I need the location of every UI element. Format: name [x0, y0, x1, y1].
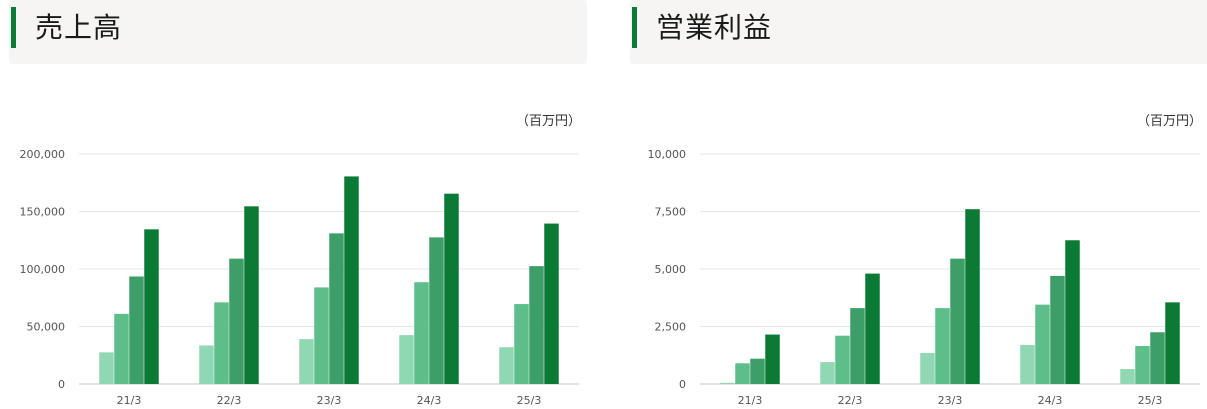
sales-title: 売上高: [35, 11, 123, 44]
bar: [144, 229, 159, 384]
bar: [750, 358, 765, 384]
y-tick-label: 100,000: [20, 263, 66, 276]
bar: [414, 282, 429, 384]
y-tick-label: 10,000: [648, 148, 687, 161]
x-tick-label: 22/3: [838, 394, 863, 407]
header-accent-bar: [632, 7, 637, 48]
bar: [1050, 275, 1065, 384]
bar: [1120, 369, 1135, 384]
bar: [129, 276, 144, 384]
x-tick-label: 24/3: [1038, 394, 1063, 407]
y-tick-label: 0: [58, 378, 65, 391]
bar: [99, 352, 114, 384]
bar: [1020, 344, 1035, 384]
bar: [499, 347, 514, 384]
y-tick-label: 50,000: [27, 321, 66, 334]
y-tick-label: 2,500: [655, 321, 687, 334]
x-tick-label: 24/3: [417, 394, 442, 407]
bar: [950, 258, 965, 384]
bar: [444, 193, 459, 384]
bar: [544, 223, 559, 384]
bar: [835, 335, 850, 384]
bar: [920, 352, 935, 384]
x-tick-label: 21/3: [738, 394, 763, 407]
bar: [199, 345, 214, 384]
x-tick-label: 25/3: [517, 394, 542, 407]
y-tick-label: 0: [679, 378, 686, 391]
bar: [965, 209, 980, 384]
sales-panel: 売上高 （百万円） 0 50,000 100,000 150,000 200,000 21…: [9, 0, 587, 409]
bar: [850, 308, 865, 384]
x-tick-label: 23/3: [938, 394, 963, 407]
bar: [399, 335, 414, 384]
operating-profit-title: 営業利益: [656, 11, 773, 44]
bar: [314, 287, 329, 384]
y-tick-label: 5,000: [655, 263, 687, 276]
bar: [344, 176, 359, 384]
x-tick-label: 22/3: [217, 394, 242, 407]
bar: [429, 237, 444, 384]
operating-profit-panel: 営業利益 （百万円） 0 2,500 5,000 7,500 10,000 21/3 22/…: [630, 0, 1207, 409]
bar: [765, 334, 780, 384]
sales-header: 売上高: [9, 0, 587, 64]
x-tick-label: 23/3: [317, 394, 342, 407]
x-tick-label: 25/3: [1138, 394, 1163, 407]
bar: [820, 362, 835, 384]
header-accent-bar: [11, 7, 16, 48]
y-tick-label: 200,000: [20, 148, 66, 161]
bar: [1150, 332, 1165, 384]
bar: [735, 363, 750, 384]
bar: [214, 302, 229, 384]
bar: [1035, 304, 1050, 384]
bar: [1065, 240, 1080, 384]
sales-unit-label: （百万円）: [515, 114, 581, 129]
bar: [865, 273, 880, 384]
bar: [1165, 302, 1180, 384]
bar: [114, 313, 129, 384]
bar: [244, 206, 259, 384]
y-tick-label: 150,000: [20, 206, 66, 219]
operating-profit-header: 営業利益: [630, 0, 1207, 64]
bar: [529, 266, 544, 384]
operating-profit-bar-chart: 0 2,500 5,000 7,500 10,000 21/3 22/3 23/3 24/3 25…: [648, 148, 1200, 407]
bar: [935, 308, 950, 384]
bar: [229, 258, 244, 384]
bar: [720, 382, 735, 384]
bar: [514, 304, 529, 384]
bar: [299, 339, 314, 384]
bar: [329, 233, 344, 384]
y-tick-label: 7,500: [655, 206, 687, 219]
sales-bar-chart: 0 50,000 100,000 150,000 200,000 21/3 22/3 23/3…: [20, 148, 579, 407]
x-tick-label: 21/3: [117, 394, 142, 407]
bar: [1135, 346, 1150, 384]
operating-profit-unit-label: （百万円）: [1136, 114, 1202, 129]
